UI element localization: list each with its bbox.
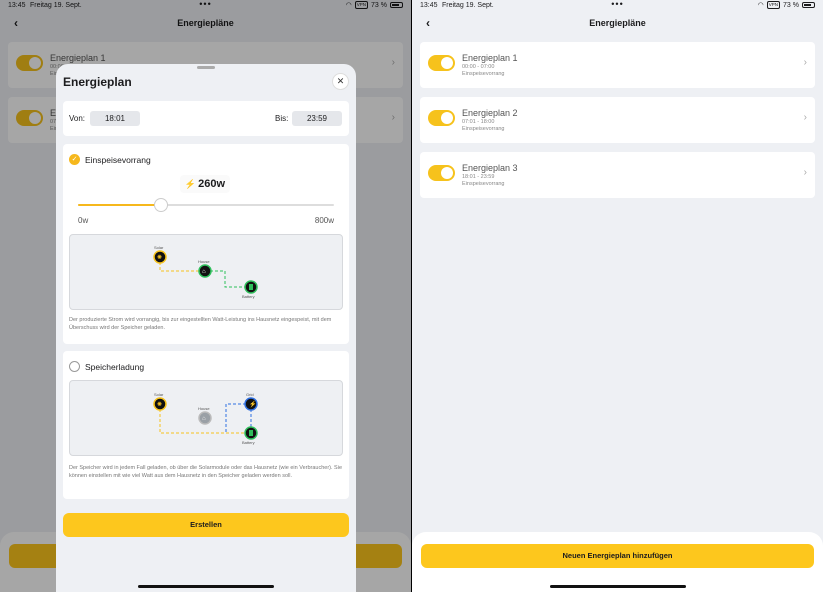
- slider-min-label: 0w: [78, 216, 89, 225]
- storage-flow-svg: ✺ Solar ⌂ House ⚡ Grid Battery: [153, 392, 258, 445]
- time-range-card: Von: 18:01 Bis: 23:59: [63, 101, 349, 136]
- plan-name: Energieplan 1: [462, 53, 518, 63]
- plan-card[interactable]: Energieplan 1 00:00 - 07:00 Einspeisevor…: [420, 42, 815, 88]
- to-time-field[interactable]: 23:59: [292, 111, 342, 126]
- option-storage-card[interactable]: Speicherladung ✺ Solar ⌂ House ⚡ Grid Ba…: [63, 351, 349, 499]
- battery-label: Battery: [242, 294, 255, 299]
- bolt-icon: ⚡: [184, 178, 197, 189]
- feed-in-flow-svg: ✺ Solar ⌂ House Battery: [153, 245, 258, 299]
- radio-unchecked-icon[interactable]: [69, 361, 80, 372]
- svg-text:⚡: ⚡: [249, 400, 256, 408]
- solar-label: Solar: [154, 392, 164, 397]
- house-label: House: [198, 259, 210, 264]
- close-button[interactable]: ✕: [332, 73, 349, 90]
- right-screen: 13:45 Freitag 19. Sept. ••• ◠ VPN 73 % ‹…: [412, 0, 823, 592]
- plan-mode: Einspeisevorrang: [462, 181, 505, 187]
- plan-time: 07:01 - 18:00: [462, 119, 495, 125]
- plan-toggle[interactable]: [428, 55, 455, 71]
- chevron-right-icon: ›: [803, 57, 807, 68]
- bottom-bar: Neuen Energieplan hinzufügen: [412, 532, 823, 592]
- grid-label: Grid: [246, 392, 254, 397]
- from-label: Von:: [69, 114, 86, 123]
- plan-name: Energieplan 2: [462, 108, 518, 118]
- house-label: House: [198, 406, 210, 411]
- vpn-badge: VPN: [766, 1, 781, 9]
- status-date: Freitag 19. Sept.: [442, 2, 494, 9]
- storage-diagram: ✺ Solar ⌂ House ⚡ Grid Battery: [69, 380, 343, 456]
- checkmark-icon[interactable]: ✓: [69, 154, 80, 165]
- option-description: Der Speicher wird in jedem Fall geladen,…: [69, 465, 343, 479]
- wifi-icon: ◠: [757, 2, 764, 9]
- plan-card[interactable]: Energieplan 2 07:01 - 18:00 Einspeisevor…: [420, 97, 815, 143]
- slider-max-label: 800w: [314, 216, 334, 225]
- slider-fill: [78, 204, 162, 206]
- svg-text:⌂: ⌂: [202, 416, 206, 422]
- nav-bar: ‹ Energiepläne: [412, 12, 823, 34]
- solar-label: Solar: [154, 245, 164, 250]
- home-indicator[interactable]: [138, 585, 274, 588]
- slider-thumb[interactable]: [154, 198, 169, 212]
- plan-toggle[interactable]: [428, 110, 455, 126]
- status-bar: 13:45 Freitag 19. Sept. ••• ◠ VPN 73 %: [412, 0, 823, 12]
- battery-label: Battery: [242, 440, 255, 445]
- status-time: 13:45: [420, 2, 438, 9]
- to-label: Bis:: [275, 114, 289, 123]
- svg-text:✺: ✺: [157, 254, 162, 261]
- plan-mode: Einspeisevorrang: [462, 71, 505, 77]
- power-value: 260w: [198, 178, 226, 190]
- plan-mode: Einspeisevorrang: [462, 126, 505, 132]
- chevron-right-icon: ›: [803, 167, 807, 178]
- battery-icon: [802, 2, 815, 8]
- battery-percent: 73 %: [783, 1, 799, 9]
- sheet-grabber[interactable]: [197, 66, 215, 69]
- plan-time: 18:01 - 23:59: [462, 174, 495, 180]
- chevron-right-icon: ›: [803, 112, 807, 123]
- page-title: Energiepläne: [589, 18, 646, 28]
- option-label: Einspeisevorrang: [85, 155, 151, 165]
- plan-time: 00:00 - 07:00: [462, 64, 495, 70]
- plan-toggle[interactable]: [428, 165, 455, 181]
- svg-text:⌂: ⌂: [202, 269, 206, 275]
- close-icon: ✕: [336, 76, 345, 86]
- option-label: Speicherladung: [85, 362, 145, 372]
- plan-card[interactable]: Energieplan 3 18:01 - 23:59 Einspeisevor…: [420, 152, 815, 198]
- svg-text:✺: ✺: [157, 401, 162, 408]
- add-plan-button[interactable]: Neuen Energieplan hinzufügen: [421, 544, 814, 568]
- sheet-title: Energieplan: [63, 75, 132, 89]
- power-slider[interactable]: [78, 198, 334, 212]
- plan-name: Energieplan 3: [462, 163, 518, 173]
- home-indicator[interactable]: [549, 585, 686, 588]
- left-screen: 13:45 Freitag 19. Sept. ••• ◠ VPN 73 % ‹…: [0, 0, 411, 592]
- feed-in-diagram: ✺ Solar ⌂ House Battery: [69, 234, 343, 310]
- power-display: ⚡ 260w: [180, 175, 230, 193]
- create-button[interactable]: Erstellen: [63, 513, 349, 537]
- multitask-dots-icon[interactable]: •••: [611, 0, 623, 9]
- option-feed-in-card[interactable]: ✓ Einspeisevorrang ⚡ 260w 0w 800w ✺ Sola…: [63, 144, 349, 344]
- option-description: Der produzierte Strom wird vorrangig, bi…: [69, 317, 332, 331]
- from-time-field[interactable]: 18:01: [90, 111, 140, 126]
- energy-plan-sheet: Energieplan ✕ Von: 18:01 Bis: 23:59 ✓ Ei…: [56, 64, 356, 592]
